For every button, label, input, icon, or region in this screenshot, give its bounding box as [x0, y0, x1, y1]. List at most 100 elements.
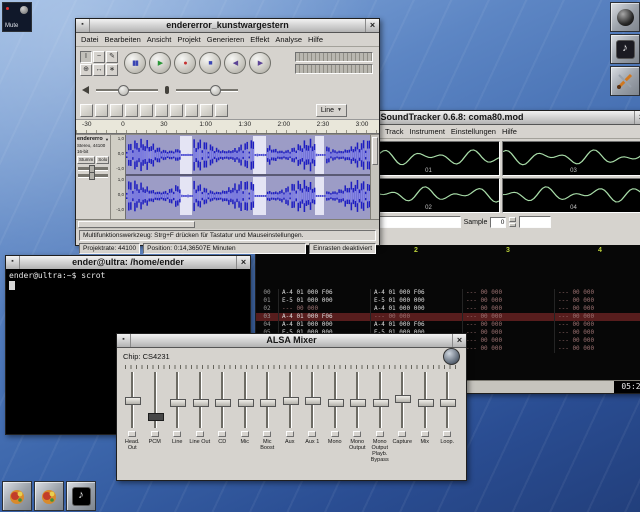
skip-end-button[interactable]: ▶	[249, 52, 271, 74]
play-button[interactable]: ▶	[149, 52, 171, 74]
mixer-slider-cd[interactable]	[211, 370, 233, 430]
pattern-cell[interactable]: A-4 01 000 000	[278, 321, 370, 329]
close-icon[interactable]: ×	[365, 19, 379, 32]
slider-knob[interactable]	[210, 85, 221, 96]
mixer-slider-pcm[interactable]	[144, 370, 166, 430]
mixer-slider-mono-output-playb-bypass[interactable]	[369, 370, 391, 430]
slider-handle[interactable]	[283, 397, 299, 405]
sample-number-input[interactable]: 0	[490, 217, 506, 228]
soundtracker-menu-instrument[interactable]: Instrument	[409, 127, 444, 136]
pattern-cell[interactable]: --- 00 000	[462, 289, 554, 297]
pattern-cell[interactable]: --- 00 000	[554, 321, 640, 329]
mute-indicator[interactable]	[376, 431, 384, 437]
pattern-cell[interactable]: --- 00 000	[462, 345, 554, 353]
pattern-cell[interactable]: E-5 01 000 000	[370, 297, 462, 305]
slider-handle[interactable]	[238, 399, 254, 407]
sample-spinner[interactable]	[509, 217, 516, 227]
zoom-tool-icon[interactable]: ⊕	[80, 64, 92, 76]
mixer-titlebar[interactable]: ▪ ALSA Mixer ×	[117, 334, 466, 348]
pattern-cell[interactable]: A-4 01 000 F06	[278, 313, 370, 321]
soundtracker-menu-einstellungen[interactable]: Einstellungen	[451, 127, 496, 136]
volume-knob-icon[interactable]	[20, 6, 28, 14]
pattern-row[interactable]: 04A-4 01 000 000A-4 01 000 F06--- 00 000…	[256, 321, 640, 329]
mute-indicator[interactable]	[308, 431, 316, 437]
selection-tool-icon[interactable]: I	[80, 51, 92, 63]
dock-tile-tools-icon[interactable]	[610, 66, 640, 96]
pattern-cell[interactable]: --- 00 000	[462, 337, 554, 345]
timeline-ruler[interactable]: -300301:001:302:002:303:00	[76, 119, 379, 134]
waveform-right-channel[interactable]	[126, 177, 371, 215]
slider-knob[interactable]	[89, 172, 95, 180]
waveform-display[interactable]	[126, 135, 379, 219]
close-icon[interactable]: ×	[236, 256, 250, 269]
zoom-out-icon[interactable]	[200, 104, 213, 117]
fit-window-icon[interactable]	[215, 104, 228, 117]
horizontal-scrollbar[interactable]	[76, 219, 379, 229]
mute-indicator[interactable]	[421, 431, 429, 437]
audacity-menu-projekt[interactable]: Projekt	[177, 35, 200, 44]
audacity-menu-generieren[interactable]: Generieren	[207, 35, 245, 44]
slider-handle[interactable]	[125, 397, 141, 405]
skip-start-button[interactable]: ◀	[224, 52, 246, 74]
sample-name-input[interactable]	[519, 216, 551, 228]
pattern-cell[interactable]: A-4 01 000 F06	[370, 289, 462, 297]
mixer-slider-line-out[interactable]	[189, 370, 211, 430]
multi-tool-icon[interactable]: ∗	[106, 64, 118, 76]
timeshift-tool-icon[interactable]: ↔	[93, 64, 105, 76]
gain-slider[interactable]	[78, 167, 108, 171]
close-icon[interactable]: ×	[452, 334, 466, 347]
window-menu-icon[interactable]: ▪	[6, 256, 20, 269]
slider-knob[interactable]	[118, 85, 129, 96]
slider-handle[interactable]	[418, 399, 434, 407]
pattern-row[interactable]: 03A-4 01 000 F06--- 00 000--- 00 000--- …	[256, 313, 640, 321]
slider-handle[interactable]	[215, 399, 231, 407]
audacity-menu-analyse[interactable]: Analyse	[275, 35, 302, 44]
mute-indicator[interactable]	[173, 431, 181, 437]
soundtracker-menu-hilfe[interactable]: Hilfe	[502, 127, 517, 136]
copy-icon[interactable]	[95, 104, 108, 117]
pattern-cell[interactable]: --- 00 000	[554, 297, 640, 305]
mute-indicator[interactable]	[263, 431, 271, 437]
slider-handle[interactable]	[373, 399, 389, 407]
mixer-slider-mono[interactable]	[324, 370, 346, 430]
vertical-scrollbar[interactable]	[370, 135, 379, 219]
stop-button[interactable]: ■	[199, 52, 221, 74]
mixer-slider-loop[interactable]	[436, 370, 458, 430]
input-source-select[interactable]: Line ▼	[316, 104, 347, 117]
mute-indicator[interactable]	[353, 431, 361, 437]
mute-indicator[interactable]	[151, 431, 159, 437]
pattern-row[interactable]: 00A-4 01 000 F06A-4 01 000 F06--- 00 000…	[256, 289, 640, 297]
pattern-cell[interactable]: E-5 01 000 000	[278, 297, 370, 305]
track-menu-dropdown-icon[interactable]: ▼	[105, 136, 109, 143]
pattern-cell[interactable]: --- 00 000	[462, 321, 554, 329]
slider-handle[interactable]	[395, 395, 411, 403]
mute-indicator[interactable]	[398, 431, 406, 437]
pattern-cell[interactable]: --- 00 000	[278, 305, 370, 313]
output-volume-slider[interactable]	[96, 89, 158, 92]
track-control-panel[interactable]: endererro ▼ Stereo, 44100 16-bit Stumm S…	[76, 135, 111, 219]
audacity-titlebar[interactable]: ▪ endererror_kunstwargestern ×	[76, 19, 379, 33]
pattern-cell[interactable]: --- 00 000	[554, 313, 640, 321]
mute-button[interactable]: Stumm	[77, 156, 95, 164]
soundtracker-menu-track[interactable]: Track	[385, 127, 403, 136]
draw-tool-icon[interactable]: ✎	[106, 51, 118, 63]
slider-handle[interactable]	[260, 399, 276, 407]
pattern-cell[interactable]: --- 00 000	[370, 313, 462, 321]
undo-icon[interactable]	[155, 104, 168, 117]
slider-handle[interactable]	[440, 399, 456, 407]
pattern-cell[interactable]: --- 00 000	[554, 337, 640, 345]
audacity-menu-effekt[interactable]: Effekt	[250, 35, 269, 44]
slider-handle[interactable]	[328, 399, 344, 407]
pattern-cell[interactable]: A-4 01 000 000	[370, 305, 462, 313]
pattern-cell[interactable]: --- 00 000	[554, 345, 640, 353]
input-volume-slider[interactable]	[176, 89, 238, 92]
close-icon[interactable]: ×	[634, 111, 640, 124]
dock-tile-colorful-app-icon[interactable]	[34, 481, 64, 511]
waveform-left-channel[interactable]	[126, 136, 371, 174]
dock-tile-mixer-mute[interactable]: Mute	[2, 2, 32, 32]
pattern-row[interactable]: 02--- 00 000A-4 01 000 000--- 00 000--- …	[256, 305, 640, 313]
trim-icon[interactable]	[125, 104, 138, 117]
pattern-cell[interactable]: --- 00 000	[462, 313, 554, 321]
window-menu-icon[interactable]: ▪	[76, 19, 90, 32]
pattern-cell[interactable]: A-4 01 000 F06	[278, 289, 370, 297]
